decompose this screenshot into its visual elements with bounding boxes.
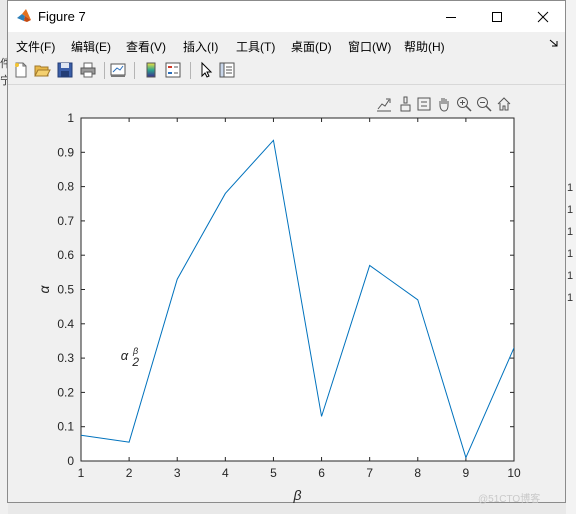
x-tick-label: 2: [126, 466, 133, 480]
y-tick-label: 0.6: [57, 248, 74, 262]
y-tick-label: 0.5: [57, 283, 74, 297]
y-tick-label: 1: [67, 111, 74, 125]
x-tick-label: 10: [507, 466, 521, 480]
y-tick-label: 0.3: [57, 351, 74, 365]
annotation-base: α: [121, 348, 129, 363]
line-plot: 1 2 3 4 5 6 7 8 9 10 0 0.1 0.2 0.3 0.4 0.5 0.6 0.7 0.8 0.9 1…: [36, 111, 521, 503]
y-axis-label: α: [36, 284, 52, 293]
y-tick-label: 0.8: [57, 180, 74, 194]
y-tick-label: 0.7: [57, 214, 74, 228]
x-tick-label: 6: [318, 466, 325, 480]
x-tick-label: 7: [366, 466, 373, 480]
x-tick-label: 8: [414, 466, 421, 480]
plot-area: [80, 117, 515, 462]
x-tick-label: 9: [463, 466, 470, 480]
y-tick-label: 0: [67, 454, 74, 468]
y-tick-label: 0.4: [57, 317, 74, 331]
x-axis-label: β: [293, 487, 302, 503]
y-tick-label: 0.2: [57, 385, 74, 399]
x-tick-label: 3: [174, 466, 181, 480]
y-tick-label: 0.1: [57, 420, 74, 434]
watermark: @51CTO博客: [478, 494, 541, 505]
x-tick-label: 4: [222, 466, 229, 480]
x-tick-label: 5: [270, 466, 277, 480]
x-tick-label: 1: [78, 466, 85, 480]
annotation-subscript: 2: [131, 355, 139, 369]
y-tick-label: 0.9: [57, 145, 74, 159]
